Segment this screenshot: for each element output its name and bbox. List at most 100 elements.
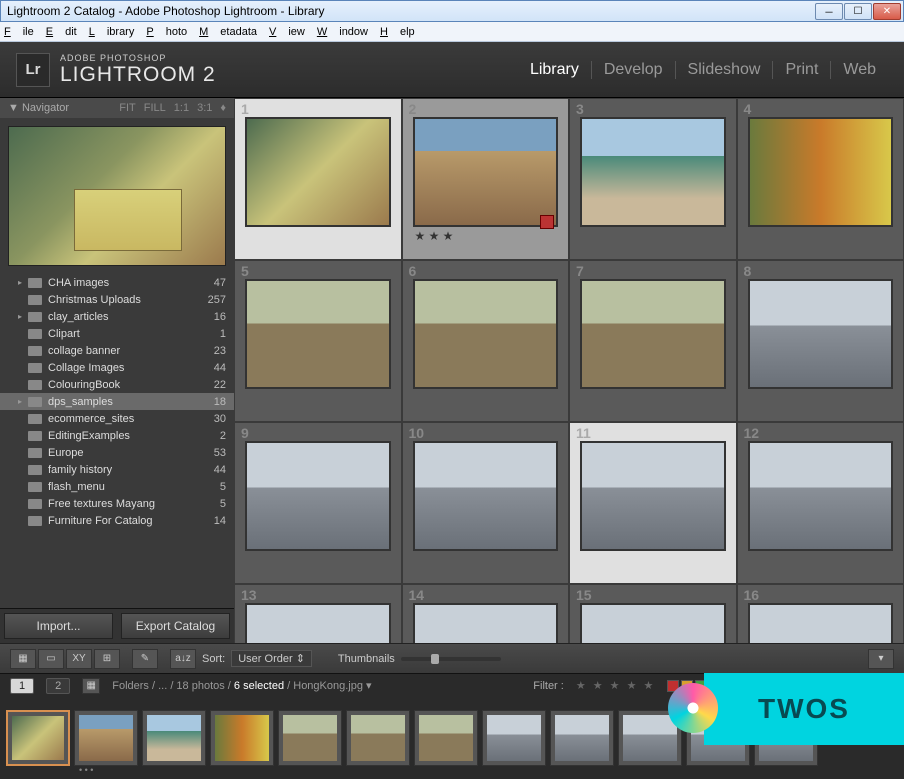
filmstrip-thumb[interactable] — [414, 710, 478, 766]
filmstrip-thumb[interactable] — [6, 710, 70, 766]
secondary-display-1[interactable]: 1 — [10, 678, 34, 694]
module-slideshow[interactable]: Slideshow — [676, 61, 774, 79]
nav-fit[interactable]: FIT — [119, 102, 136, 114]
folder-row[interactable]: collage banner23 — [0, 342, 234, 359]
disclosure-triangle-icon[interactable]: ▸ — [18, 397, 28, 406]
thumbnail-image[interactable] — [580, 603, 726, 643]
grid-cell[interactable]: 6 — [402, 260, 570, 422]
filmstrip-thumb[interactable] — [482, 710, 546, 766]
grid-cell[interactable]: 11 — [569, 422, 737, 584]
view-compare-button[interactable]: XY — [66, 649, 92, 669]
folder-row[interactable]: ColouringBook22 — [0, 376, 234, 393]
menu-view[interactable]: View — [269, 26, 305, 38]
close-button[interactable]: ✕ — [873, 3, 901, 20]
painter-tool-icon[interactable]: ✎ — [132, 649, 158, 669]
folder-icon — [28, 431, 42, 441]
grid-cell[interactable]: 12 — [737, 422, 904, 584]
grid-cell[interactable]: 14 — [402, 584, 570, 643]
view-grid-button[interactable]: ▦ — [10, 649, 36, 669]
menu-help[interactable]: Help — [380, 26, 415, 38]
grid-cell[interactable]: 10 — [402, 422, 570, 584]
folder-row[interactable]: Clipart1 — [0, 325, 234, 342]
folder-row[interactable]: Christmas Uploads257 — [0, 291, 234, 308]
grid-cell[interactable]: 15 — [569, 584, 737, 643]
grid-cell[interactable]: 13 — [234, 584, 402, 643]
thumbnail-size-slider[interactable] — [401, 657, 501, 661]
cell-index: 15 — [576, 587, 592, 603]
thumbnail-image[interactable] — [748, 279, 894, 389]
thumbnail-image[interactable] — [748, 117, 894, 227]
menu-file[interactable]: File — [4, 26, 34, 38]
navigator-header[interactable]: ▼ Navigator FIT FILL 1:1 3:1 ♦ — [0, 98, 234, 118]
module-develop[interactable]: Develop — [592, 61, 676, 79]
minimize-button[interactable]: － — [815, 3, 843, 20]
module-library[interactable]: Library — [518, 61, 592, 79]
thumbnail-image[interactable] — [245, 603, 391, 643]
folder-row[interactable]: EditingExamples2 — [0, 427, 234, 444]
sort-direction-button[interactable]: a↓z — [170, 649, 196, 669]
filmstrip-thumb[interactable]: • • • — [74, 710, 138, 766]
view-loupe-button[interactable]: ▭ — [38, 649, 64, 669]
grid-cell[interactable]: 3 — [569, 98, 737, 260]
menu-metadata[interactable]: Metadata — [199, 26, 257, 38]
thumbnail-image[interactable] — [748, 603, 894, 643]
menu-edit[interactable]: Edit — [46, 26, 77, 38]
thumbnail-image[interactable] — [245, 117, 391, 227]
grid-cell[interactable]: 5 — [234, 260, 402, 422]
grid-cell[interactable]: 1 — [234, 98, 402, 260]
folder-row[interactable]: Furniture For Catalog14 — [0, 512, 234, 529]
folder-row[interactable]: Free textures Mayang5 — [0, 495, 234, 512]
filmstrip-thumb[interactable] — [278, 710, 342, 766]
disclosure-triangle-icon[interactable]: ▸ — [18, 278, 28, 287]
thumbnail-image[interactable] — [245, 279, 391, 389]
export-catalog-button[interactable]: Export Catalog — [121, 613, 230, 639]
folder-row[interactable]: ▸dps_samples18 — [0, 393, 234, 410]
thumbnail-image[interactable] — [748, 441, 894, 551]
maximize-button[interactable]: ☐ — [844, 3, 872, 20]
thumbnail-image[interactable] — [413, 441, 559, 551]
menu-photo[interactable]: Photo — [146, 26, 187, 38]
nav-3to1[interactable]: 3:1 — [197, 102, 212, 114]
module-print[interactable]: Print — [773, 61, 831, 79]
filmstrip-thumb[interactable] — [550, 710, 614, 766]
filmstrip-thumb[interactable] — [142, 710, 206, 766]
navigator-preview[interactable] — [8, 126, 226, 266]
thumbnail-image[interactable] — [413, 603, 559, 643]
import-button[interactable]: Import... — [4, 613, 113, 639]
nav-fill[interactable]: FILL — [144, 102, 166, 114]
thumbnail-image[interactable] — [245, 441, 391, 551]
folder-row[interactable]: Collage Images44 — [0, 359, 234, 376]
filmstrip-thumb[interactable] — [346, 710, 410, 766]
thumbnail-image[interactable] — [580, 117, 726, 227]
breadcrumb[interactable]: Folders / ... / 18 photos / 6 selected /… — [112, 679, 371, 692]
grid-mini-icon[interactable]: ▦ — [82, 678, 100, 694]
nav-1to1[interactable]: 1:1 — [174, 102, 189, 114]
folder-row[interactable]: family history44 — [0, 461, 234, 478]
thumbnail-image[interactable] — [580, 441, 726, 551]
secondary-display-2[interactable]: 2 — [46, 678, 70, 694]
filter-rating-stars[interactable]: ★ ★ ★ ★ ★ — [576, 679, 656, 692]
grid-cell[interactable]: 2 — [402, 98, 570, 260]
toolbar-chevron-icon[interactable]: ▾ — [868, 649, 894, 669]
menu-library[interactable]: Library — [89, 26, 135, 38]
thumbnail-image[interactable] — [413, 117, 559, 227]
disclosure-triangle-icon[interactable]: ▸ — [18, 312, 28, 321]
grid-cell[interactable]: 7 — [569, 260, 737, 422]
filmstrip-thumb[interactable] — [210, 710, 274, 766]
grid-cell[interactable]: 8 — [737, 260, 904, 422]
folder-row[interactable]: ▸CHA images47 — [0, 274, 234, 291]
folder-row[interactable]: ▸clay_articles16 — [0, 308, 234, 325]
grid-cell[interactable]: 4 — [737, 98, 904, 260]
folder-row[interactable]: flash_menu5 — [0, 478, 234, 495]
menu-window[interactable]: Window — [317, 26, 368, 38]
folder-row[interactable]: ecommerce_sites30 — [0, 410, 234, 427]
sort-order-select[interactable]: User Order ⇕ — [231, 650, 312, 667]
folder-row[interactable]: Europe53 — [0, 444, 234, 461]
module-web[interactable]: Web — [831, 61, 888, 79]
view-survey-button[interactable]: ⊞ — [94, 649, 120, 669]
grid-cell[interactable]: 9 — [234, 422, 402, 584]
thumbnail-image[interactable] — [413, 279, 559, 389]
thumbnail-image[interactable] — [580, 279, 726, 389]
grid-cell[interactable]: 16 — [737, 584, 904, 643]
nav-more-icon[interactable]: ♦ — [220, 102, 226, 114]
